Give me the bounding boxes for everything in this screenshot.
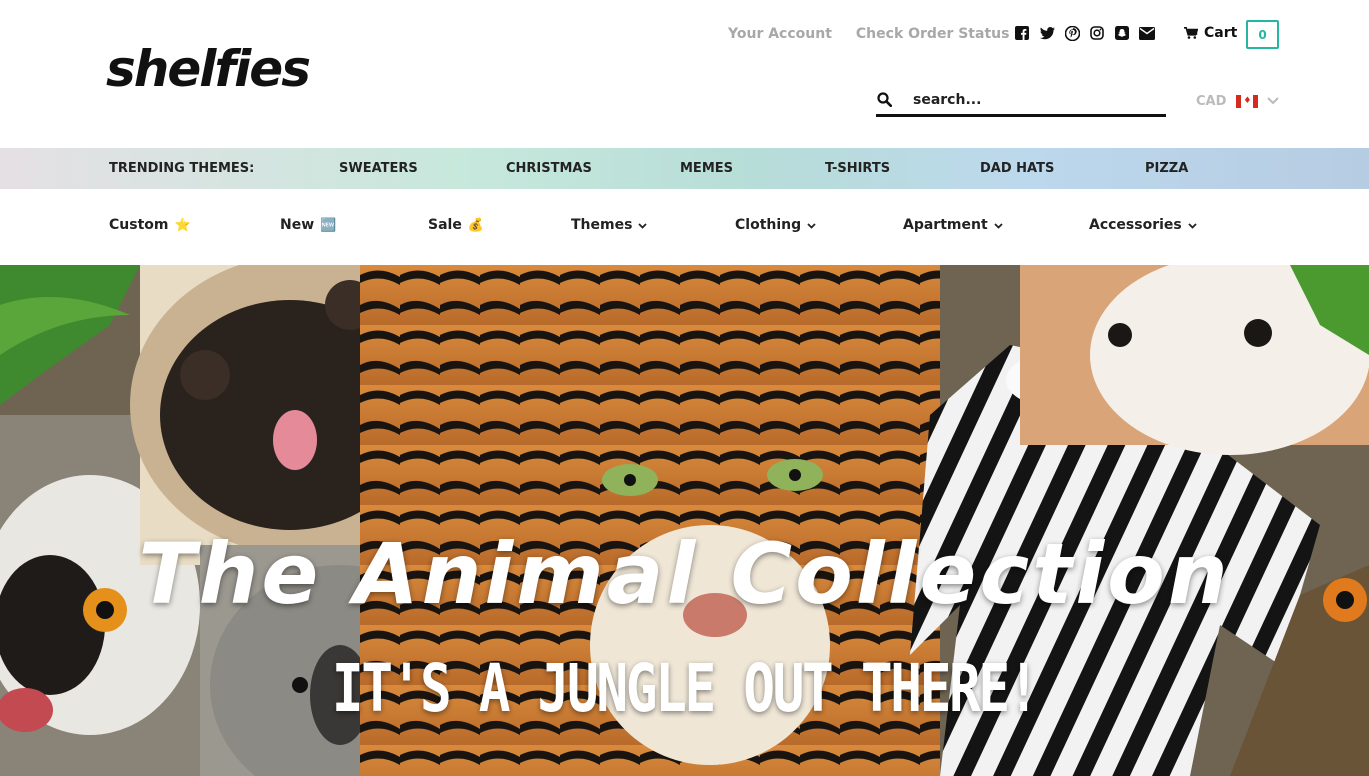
chevron-down-icon — [807, 217, 816, 233]
your-account-link[interactable]: Your Account — [728, 26, 832, 42]
nav-item-label: Sale — [428, 217, 462, 233]
cart-label: Cart — [1204, 25, 1238, 41]
nav-item-apartment[interactable]: Apartment — [903, 217, 1003, 233]
twitter-icon[interactable] — [1039, 25, 1055, 41]
trending-item-dad-hats[interactable]: DAD HATS — [980, 161, 1054, 176]
trending-item-t-shirts[interactable]: T-SHIRTS — [825, 161, 890, 176]
search-icon[interactable] — [877, 92, 893, 108]
nav-item-themes[interactable]: Themes — [571, 217, 648, 233]
chevron-down-icon — [1188, 217, 1197, 233]
hero-title: The Animal Collection — [138, 525, 1231, 623]
nav-item-label: Themes — [571, 217, 633, 233]
cart-icon — [1184, 27, 1198, 39]
snapchat-icon[interactable] — [1114, 25, 1130, 41]
site-header: shelfies Your Account Check Order Status… — [0, 0, 1369, 148]
cart-link[interactable]: Cart — [1184, 25, 1237, 41]
trending-item-sweaters[interactable]: SWEATERS — [339, 161, 418, 176]
money-bag-icon: 💰 — [467, 217, 485, 233]
site-logo[interactable]: shelfies — [106, 40, 311, 98]
social-links — [1014, 25, 1164, 41]
canada-flag-icon: ♦ — [1236, 95, 1259, 108]
new-badge-icon: 🆕 — [320, 217, 337, 233]
cart-count-badge[interactable]: 0 — [1246, 20, 1279, 49]
check-order-status-link[interactable]: Check Order Status — [856, 26, 1010, 42]
nav-item-label: Accessories — [1089, 217, 1182, 233]
trending-themes-bar: TRENDING THEMES: SWEATERS CHRISTMAS MEME… — [0, 148, 1369, 189]
nav-item-custom[interactable]: Custom ⭐ — [109, 217, 191, 233]
trending-label: TRENDING THEMES: — [109, 161, 255, 176]
nav-item-accessories[interactable]: Accessories — [1089, 217, 1197, 233]
nav-item-sale[interactable]: Sale 💰 — [428, 217, 484, 233]
main-nav: Custom ⭐ New 🆕 Sale 💰 Themes Clothing Ap… — [0, 189, 1369, 265]
search-input[interactable] — [913, 92, 1143, 108]
nav-item-new[interactable]: New 🆕 — [280, 217, 336, 233]
nav-item-label: New — [280, 217, 315, 233]
trending-item-pizza[interactable]: PIZZA — [1145, 161, 1188, 176]
currency-code: CAD — [1196, 94, 1227, 109]
chevron-down-icon — [1267, 94, 1280, 109]
chevron-down-icon — [638, 217, 648, 233]
account-links: Your Account Check Order Status — [728, 26, 1033, 42]
nav-item-label: Custom — [109, 217, 169, 233]
email-icon[interactable] — [1139, 25, 1155, 41]
facebook-icon[interactable] — [1014, 25, 1030, 41]
nav-item-label: Clothing — [735, 217, 802, 233]
pinterest-icon[interactable] — [1064, 25, 1080, 41]
currency-selector[interactable]: CAD ♦ — [1196, 94, 1280, 109]
nav-item-label: Apartment — [903, 217, 988, 233]
nav-item-clothing[interactable]: Clothing — [735, 217, 816, 233]
trending-item-memes[interactable]: MEMES — [680, 161, 733, 176]
trending-item-christmas[interactable]: CHRISTMAS — [506, 161, 592, 176]
hero-subtitle: IT'S A JUNGLE OUT THERE! — [331, 650, 1040, 727]
instagram-icon[interactable] — [1089, 25, 1105, 41]
chevron-down-icon — [994, 217, 1003, 233]
search-bar — [876, 86, 1166, 117]
star-icon: ⭐ — [174, 217, 191, 233]
